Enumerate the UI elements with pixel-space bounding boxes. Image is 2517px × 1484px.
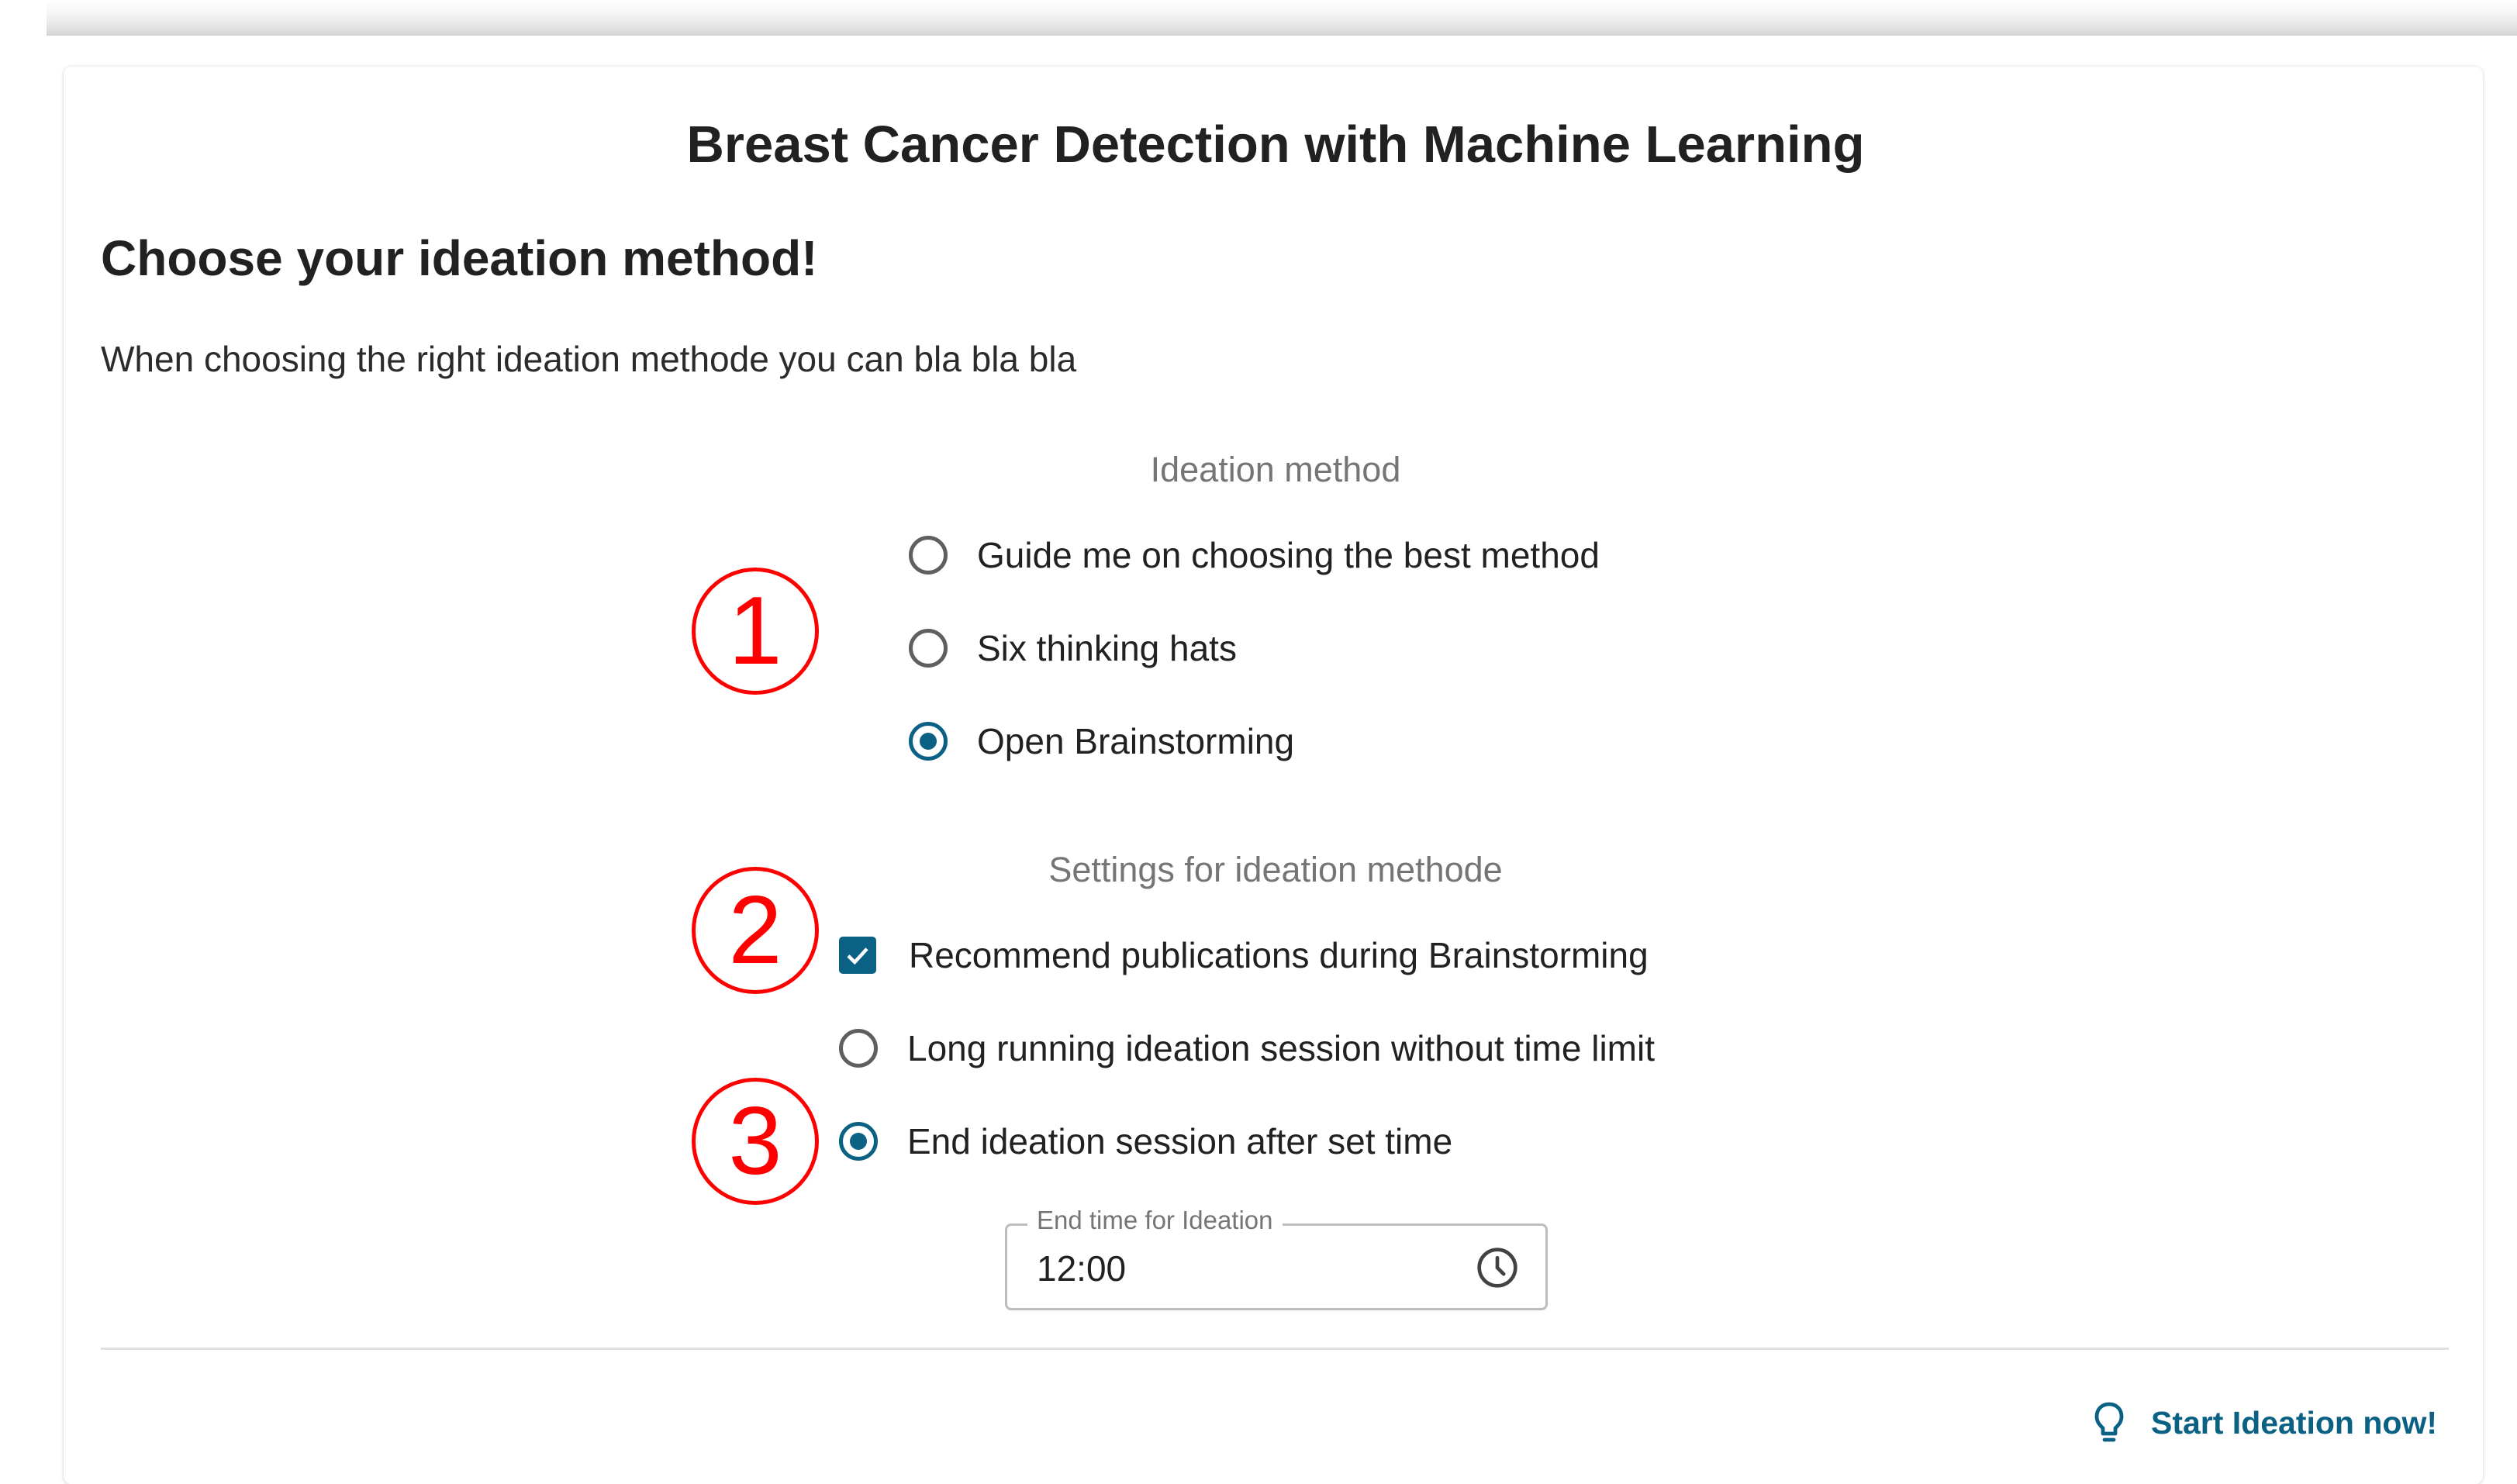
page-description: When choosing the right ideation methode… (101, 339, 1077, 379)
settings-label: Settings for ideation methode (1048, 850, 1503, 889)
radio-option-no-time-limit[interactable]: Long running ideation session without ti… (839, 1017, 1655, 1079)
radio-button-selected[interactable] (839, 1122, 878, 1161)
radio-button[interactable] (839, 1029, 878, 1068)
option-label: End ideation session after set time (907, 1121, 1453, 1161)
option-label: Open Brainstorming (977, 721, 1295, 761)
radio-option-end-after-set-time[interactable]: End ideation session after set time (839, 1110, 1452, 1172)
checkmark-icon (847, 947, 868, 965)
radio-option-guide-me[interactable]: Guide me on choosing the best method (909, 524, 1600, 586)
end-time-label: End time for Ideation (1027, 1206, 1283, 1235)
option-label: Guide me on choosing the best method (977, 535, 1600, 575)
page-heading: Choose your ideation method! (101, 230, 818, 286)
start-ideation-label: Start Ideation now! (2151, 1404, 2437, 1441)
end-time-field[interactable]: End time for Ideation (1005, 1206, 1548, 1310)
checkbox-recommend-publications[interactable]: Recommend publications during Brainstorm… (839, 924, 1649, 986)
top-app-bar-shadow (47, 0, 2517, 36)
checkbox-checked[interactable] (839, 937, 876, 974)
option-label: Long running ideation session without ti… (907, 1028, 1655, 1068)
radio-button-selected[interactable] (909, 722, 948, 761)
radio-option-open-brainstorming[interactable]: Open Brainstorming (909, 710, 1294, 772)
annotation-number: 1 (692, 568, 819, 695)
annotation-number: 2 (692, 867, 819, 994)
project-title: Breast Cancer Detection with Machine Lea… (686, 116, 1865, 174)
lightbulb-icon (2094, 1402, 2124, 1442)
clock-icon[interactable] (1476, 1246, 1519, 1289)
radio-button[interactable] (909, 536, 948, 575)
end-time-input[interactable] (1037, 1248, 1424, 1289)
annotation-number: 3 (692, 1078, 819, 1205)
radio-option-six-thinking-hats[interactable]: Six thinking hats (909, 617, 1237, 679)
radio-button[interactable] (909, 629, 948, 668)
ideation-method-label: Ideation method (1150, 450, 1401, 489)
option-label: Recommend publications during Brainstorm… (909, 935, 1649, 975)
divider (101, 1348, 2449, 1350)
start-ideation-button[interactable]: Start Ideation now! (2094, 1396, 2437, 1450)
option-label: Six thinking hats (977, 628, 1237, 668)
